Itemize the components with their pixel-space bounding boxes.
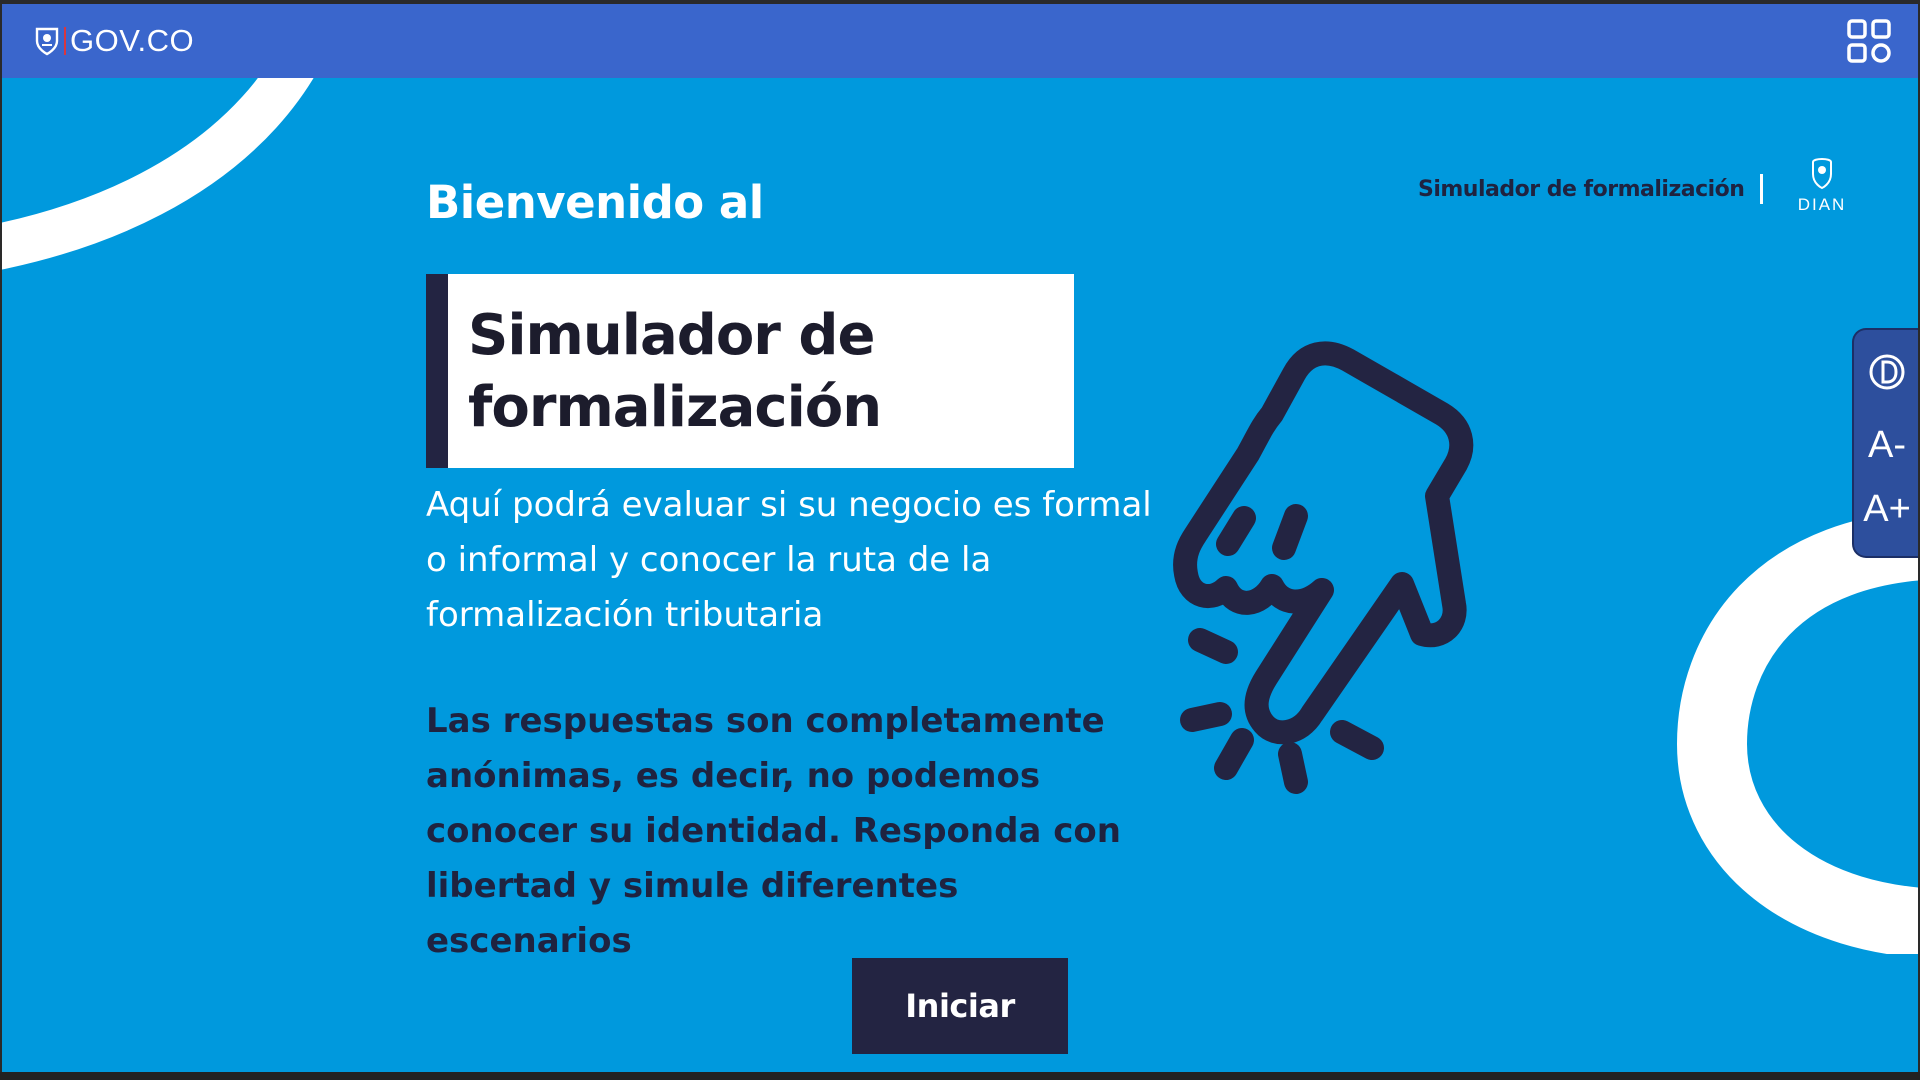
page: GOV.CO Simulador de formalización DIAN B… — [2, 4, 1918, 1072]
contrast-button[interactable] — [1854, 352, 1918, 402]
contrast-icon — [1869, 354, 1905, 390]
accessibility-panel: A- A+ — [1852, 328, 1918, 558]
header-title: Simulador de formalización — [1418, 176, 1745, 202]
pointing-hand-icon — [1173, 341, 1474, 794]
page-title: Simulador de formalización — [468, 303, 882, 440]
brand-text: GOV.CO — [70, 23, 195, 58]
title-card: Simulador de formalización — [426, 274, 1074, 468]
window-bottom-edge — [0, 1072, 1920, 1080]
brand-separator — [64, 27, 66, 55]
colombia-shield-icon — [35, 27, 59, 56]
anonymity-note: Las respuestas son completamente anónima… — [426, 701, 1121, 961]
govco-logo[interactable]: GOV.CO — [34, 23, 194, 59]
site-header: Simulador de formalización DIAN — [1418, 158, 1859, 218]
dian-logo-text: DIAN — [1798, 195, 1847, 214]
increase-font-button[interactable]: A+ — [1854, 488, 1918, 531]
header-divider — [1760, 174, 1764, 204]
gov-topbar: GOV.CO — [2, 4, 1918, 78]
welcome-text: Bienvenido al — [426, 176, 764, 229]
decrease-font-button[interactable]: A- — [1854, 424, 1918, 467]
description-text: Aquí podrá evaluar si su negocio es form… — [426, 485, 1152, 635]
start-button[interactable]: Iniciar — [852, 958, 1068, 1054]
dian-logo: DIAN — [1798, 158, 1847, 214]
apps-grid-icon[interactable] — [1846, 16, 1892, 66]
decorative-arc-right — [1676, 510, 1918, 954]
